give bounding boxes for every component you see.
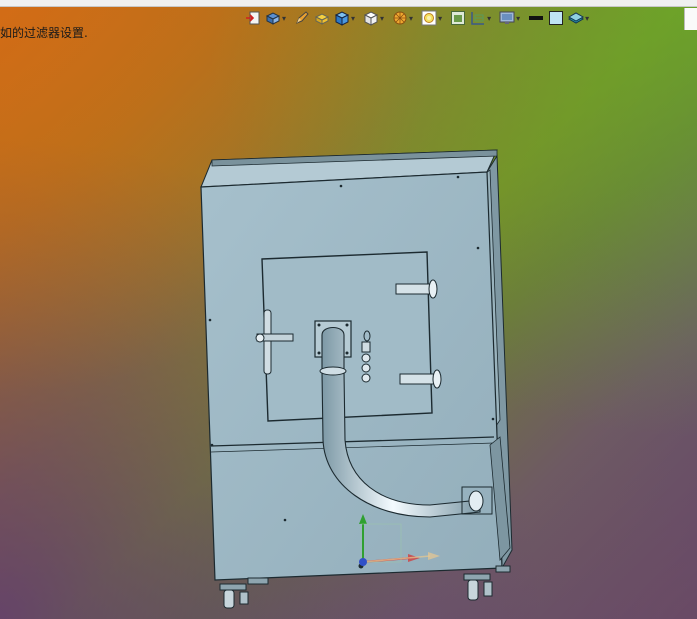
pipe-coupling [319,366,347,376]
caster-front-right [463,573,493,601]
caster-front-left-2 [247,577,269,585]
model-viewport[interactable] [0,0,697,619]
caster-front-left [219,583,249,609]
pipe-outlet [468,490,484,512]
filter-cabinet-model [200,149,513,609]
caster-rear-right [495,565,511,573]
